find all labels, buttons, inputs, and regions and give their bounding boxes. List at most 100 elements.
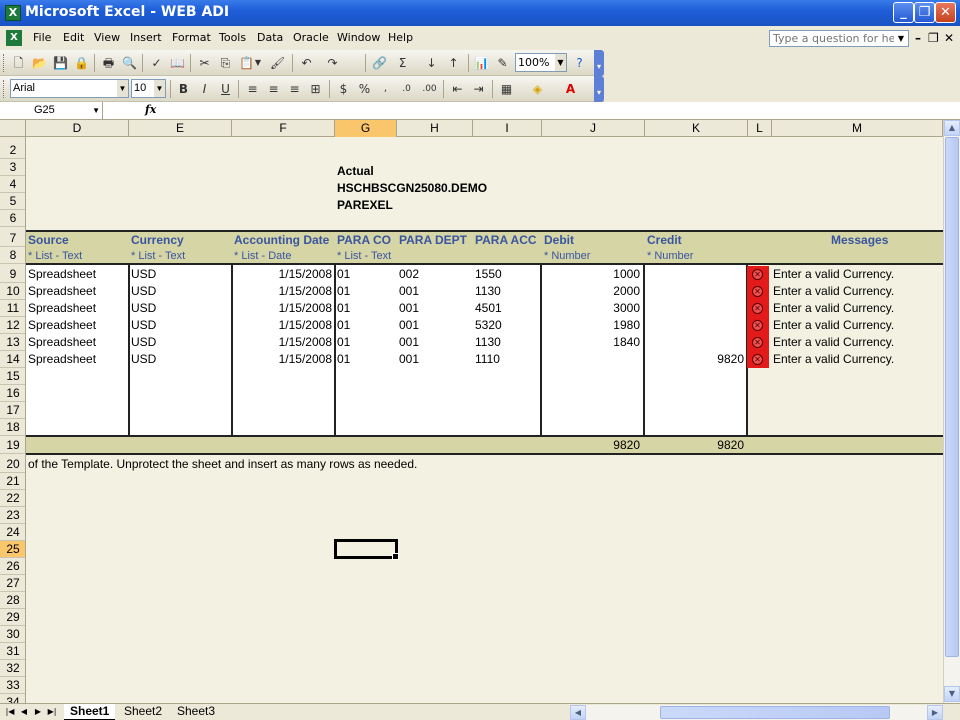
workbook-icon[interactable]: X: [6, 30, 22, 46]
borders-icon[interactable]: ▦: [497, 80, 516, 98]
row-header[interactable]: 6: [0, 210, 25, 227]
cell-message[interactable]: Enter a valid Currency.: [773, 334, 894, 351]
close-button[interactable]: ✕: [935, 2, 956, 23]
align-right-icon[interactable]: ≡: [285, 80, 304, 98]
cell-debit[interactable]: 1840: [544, 334, 640, 351]
select-all-corner[interactable]: [0, 120, 26, 137]
first-sheet-icon[interactable]: |◀: [4, 705, 16, 719]
cell-credit[interactable]: 9820: [647, 351, 744, 368]
menu-help[interactable]: Help: [388, 31, 413, 44]
scroll-left-icon[interactable]: ◀: [570, 705, 586, 720]
menu-format[interactable]: Format: [172, 31, 211, 44]
column-header-e[interactable]: E: [129, 120, 232, 137]
ask-question-input[interactable]: [770, 31, 894, 46]
scroll-down-icon[interactable]: ▼: [944, 686, 960, 702]
cell-source[interactable]: Spreadsheet: [28, 266, 96, 283]
column-header-d[interactable]: D: [26, 120, 129, 137]
cell-message[interactable]: Enter a valid Currency.: [773, 283, 894, 300]
cell-source[interactable]: Spreadsheet: [28, 300, 96, 317]
cell-source[interactable]: Spreadsheet: [28, 334, 96, 351]
cell-acc[interactable]: 1550: [475, 266, 502, 283]
row-header[interactable]: 3: [0, 159, 25, 176]
doc-close-button[interactable]: ✕: [944, 31, 954, 45]
total-debit[interactable]: 9820: [544, 437, 640, 454]
cell-dept[interactable]: 001: [399, 334, 419, 351]
row-header[interactable]: 7: [0, 230, 25, 247]
italic-icon[interactable]: I: [195, 80, 214, 98]
font-color-icon[interactable]: A: [561, 80, 580, 98]
row-header[interactable]: 10: [0, 283, 25, 300]
percent-icon[interactable]: %: [355, 80, 374, 98]
template-note[interactable]: of the Template. Unprotect the sheet and…: [28, 456, 417, 473]
worksheet-grid[interactable]: Actual HSCHBSCGN25080.DEMO PAREXEL Sourc…: [26, 137, 943, 703]
horizontal-scroll-thumb[interactable]: [660, 706, 890, 719]
align-center-icon[interactable]: ≡: [264, 80, 283, 98]
cell-co[interactable]: 01: [337, 283, 350, 300]
row-header[interactable]: 19: [0, 437, 25, 454]
row-header[interactable]: 27: [0, 575, 25, 592]
cell-message[interactable]: Enter a valid Currency.: [773, 266, 894, 283]
chevron-down-icon[interactable]: ▼: [154, 80, 165, 97]
hyperlink-icon[interactable]: 🔗: [370, 54, 389, 72]
chevron-down-icon[interactable]: ▼: [253, 54, 263, 72]
chevron-down-icon[interactable]: ▼: [555, 54, 566, 71]
cell-debit[interactable]: 3000: [544, 300, 640, 317]
chevron-down-icon[interactable]: ▼: [92, 102, 100, 119]
cell-dept[interactable]: 001: [399, 300, 419, 317]
cell-co[interactable]: 01: [337, 317, 350, 334]
cell-source[interactable]: Spreadsheet: [28, 351, 96, 368]
cell-source[interactable]: Spreadsheet: [28, 283, 96, 300]
cell-debit[interactable]: 1980: [544, 317, 640, 334]
column-header-i[interactable]: I: [473, 120, 542, 137]
cell-acc[interactable]: 4501: [475, 300, 502, 317]
row-header[interactable]: 32: [0, 660, 25, 677]
drawing-icon[interactable]: ✎: [493, 54, 512, 72]
cell-acc[interactable]: 1130: [475, 334, 501, 351]
cell-dept[interactable]: 001: [399, 351, 419, 368]
increase-decimal-icon[interactable]: .0: [397, 80, 416, 98]
vertical-scroll-thumb[interactable]: [945, 137, 959, 657]
row-header[interactable]: 2: [0, 142, 25, 159]
chevron-down-icon[interactable]: ▼: [117, 80, 128, 97]
column-header-m[interactable]: M: [772, 120, 943, 137]
bold-icon[interactable]: B: [174, 80, 193, 98]
name-box[interactable]: G25 ▼: [0, 102, 103, 119]
menu-window[interactable]: Window: [337, 31, 380, 44]
cell-currency[interactable]: USD: [131, 317, 156, 334]
row-header[interactable]: 23: [0, 507, 25, 524]
row-header[interactable]: 17: [0, 402, 25, 419]
cell-currency[interactable]: USD: [131, 334, 156, 351]
help-icon[interactable]: ?: [570, 54, 589, 72]
row-header[interactable]: 21: [0, 473, 25, 490]
cell-debit[interactable]: 2000: [544, 283, 640, 300]
undo-icon[interactable]: ↶: [297, 54, 316, 72]
menu-data[interactable]: Data: [257, 31, 283, 44]
row-header[interactable]: 5: [0, 193, 25, 210]
doc-restore-button[interactable]: ❐: [928, 31, 939, 45]
menu-oracle[interactable]: Oracle: [293, 31, 329, 44]
column-header-f[interactable]: F: [232, 120, 335, 137]
total-credit[interactable]: 9820: [647, 437, 744, 454]
cut-icon[interactable]: ✂: [195, 54, 214, 72]
merge-center-icon[interactable]: ⊞: [306, 80, 325, 98]
decrease-indent-icon[interactable]: ⇤: [448, 80, 467, 98]
last-sheet-icon[interactable]: ▶|: [46, 705, 58, 719]
tab-sheet2[interactable]: Sheet2: [118, 704, 168, 720]
autosum-icon[interactable]: Σ: [393, 54, 412, 72]
toolbar-grip[interactable]: [3, 80, 6, 98]
ask-question-box[interactable]: ▼: [769, 30, 909, 47]
cell-date[interactable]: 1/15/2008: [234, 266, 332, 283]
research-icon[interactable]: 📖: [168, 54, 187, 72]
doc-minimize-button[interactable]: –: [915, 31, 921, 45]
align-left-icon[interactable]: ≡: [243, 80, 262, 98]
row-header[interactable]: 13: [0, 334, 25, 351]
comma-style-icon[interactable]: ,: [376, 80, 395, 98]
font-name-select[interactable]: Arial ▼: [10, 79, 129, 98]
row-header[interactable]: 11: [0, 300, 25, 317]
menu-edit[interactable]: Edit: [63, 31, 84, 44]
row-header[interactable]: 16: [0, 385, 25, 402]
sort-ascending-icon[interactable]: ↓: [422, 54, 441, 72]
column-header-l[interactable]: L: [748, 120, 772, 137]
cell-message[interactable]: Enter a valid Currency.: [773, 351, 894, 368]
copy-icon[interactable]: ⎘: [216, 54, 235, 72]
